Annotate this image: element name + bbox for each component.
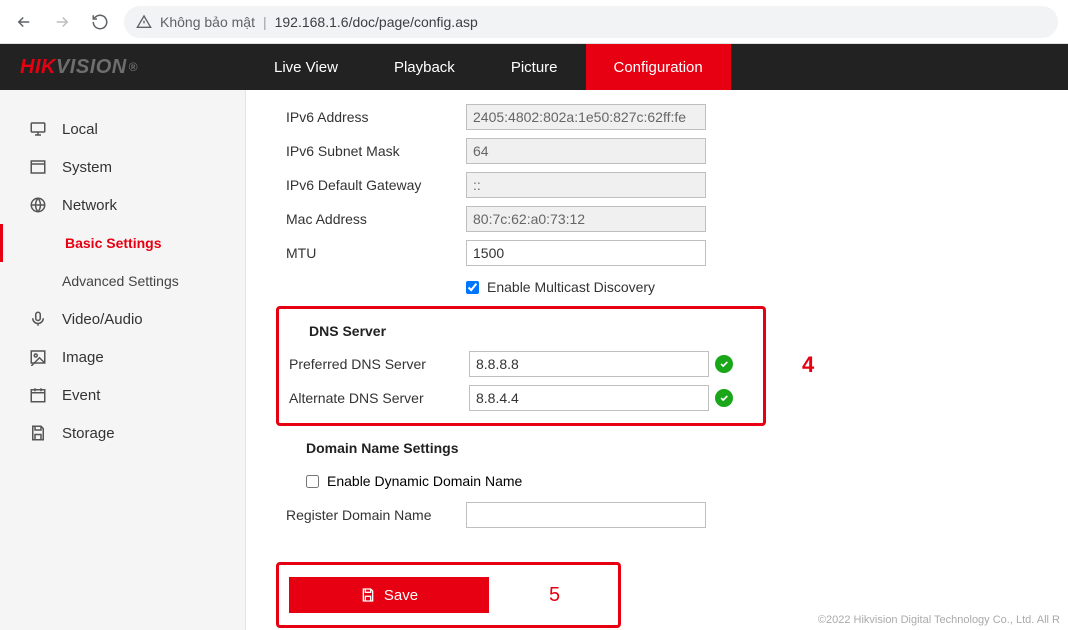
- annotation-5: 5: [549, 584, 560, 607]
- row-multicast: Enable Multicast Discovery: [286, 270, 1068, 304]
- domain-section-title: Domain Name Settings: [286, 432, 1068, 464]
- register-domain-input[interactable]: [466, 502, 706, 528]
- ipv6-gateway-label: IPv6 Default Gateway: [286, 177, 466, 193]
- row-ipv6-gateway: IPv6 Default Gateway: [286, 168, 1068, 202]
- nav-picture[interactable]: Picture: [483, 44, 586, 90]
- row-preferred-dns: Preferred DNS Server: [289, 347, 753, 381]
- image-icon: [28, 347, 48, 367]
- ipv6-address-input[interactable]: [466, 104, 706, 130]
- content-area: IPv6 Address IPv6 Subnet Mask IPv6 Defau…: [246, 90, 1068, 630]
- mtu-label: MTU: [286, 245, 466, 261]
- preferred-dns-label: Preferred DNS Server: [289, 356, 469, 372]
- nav-live-view[interactable]: Live View: [246, 44, 366, 90]
- check-icon: [715, 389, 733, 407]
- arrow-right-icon: [53, 13, 71, 31]
- mic-icon: [28, 309, 48, 329]
- save-box: Save 5: [276, 562, 621, 628]
- calendar-icon: [28, 385, 48, 405]
- monitor-icon: [28, 119, 48, 139]
- save-icon: [28, 423, 48, 443]
- reload-button[interactable]: [86, 8, 114, 36]
- ipv6-mask-label: IPv6 Subnet Mask: [286, 143, 466, 159]
- row-register-domain: Register Domain Name: [286, 498, 1068, 532]
- save-button[interactable]: Save: [289, 577, 489, 613]
- divider: |: [263, 14, 267, 30]
- sidebar-item-video-audio[interactable]: Video/Audio: [0, 300, 245, 338]
- sidebar-item-local[interactable]: Local: [0, 110, 245, 148]
- check-icon: [715, 355, 733, 373]
- browser-chrome: Không bảo mật | 192.168.1.6/doc/page/con…: [0, 0, 1068, 44]
- window-icon: [28, 157, 48, 177]
- row-mac: Mac Address: [286, 202, 1068, 236]
- dynamic-domain-checkbox[interactable]: [306, 475, 319, 488]
- mtu-input[interactable]: [466, 240, 706, 266]
- not-secure-icon: [136, 14, 152, 30]
- sidebar-item-system[interactable]: System: [0, 148, 245, 186]
- sidebar-item-network[interactable]: Network: [0, 186, 245, 224]
- back-button[interactable]: [10, 8, 38, 36]
- arrow-left-icon: [15, 13, 33, 31]
- logo: HIKVISION®: [0, 44, 246, 90]
- top-nav: HIKVISION® Live View Playback Picture Co…: [0, 44, 1068, 90]
- annotation-4: 4: [802, 352, 814, 378]
- copyright: ©2022 Hikvision Digital Technology Co., …: [818, 614, 1060, 626]
- mac-input[interactable]: [466, 206, 706, 232]
- alternate-dns-label: Alternate DNS Server: [289, 390, 469, 406]
- row-dynamic-domain: Enable Dynamic Domain Name: [286, 464, 1068, 498]
- preferred-dns-input[interactable]: [469, 351, 709, 377]
- sidebar-item-event[interactable]: Event: [0, 376, 245, 414]
- nav-configuration[interactable]: Configuration: [586, 44, 731, 90]
- address-bar[interactable]: Không bảo mật | 192.168.1.6/doc/page/con…: [124, 6, 1058, 38]
- row-mtu: MTU: [286, 236, 1068, 270]
- multicast-checkbox[interactable]: [466, 281, 479, 294]
- sidebar-item-storage[interactable]: Storage: [0, 414, 245, 452]
- register-domain-label: Register Domain Name: [286, 507, 466, 523]
- nav-playback[interactable]: Playback: [366, 44, 483, 90]
- mac-label: Mac Address: [286, 211, 466, 227]
- ipv6-mask-input[interactable]: [466, 138, 706, 164]
- disk-icon: [360, 587, 376, 603]
- row-ipv6-address: IPv6 Address: [286, 100, 1068, 134]
- globe-icon: [28, 195, 48, 215]
- sidebar: Local System Network Basic Settings Adva…: [0, 90, 246, 630]
- row-ipv6-mask: IPv6 Subnet Mask: [286, 134, 1068, 168]
- ipv6-gateway-input[interactable]: [466, 172, 706, 198]
- reload-icon: [91, 13, 109, 31]
- dns-server-box: DNS Server Preferred DNS Server Alternat…: [276, 306, 766, 426]
- security-text: Không bảo mật: [160, 14, 255, 30]
- sidebar-item-basic-settings[interactable]: Basic Settings: [0, 224, 245, 262]
- multicast-label: Enable Multicast Discovery: [487, 279, 655, 295]
- save-button-label: Save: [384, 587, 418, 604]
- dns-section-title: DNS Server: [289, 315, 753, 347]
- ipv6-address-label: IPv6 Address: [286, 109, 466, 125]
- app-body: Local System Network Basic Settings Adva…: [0, 90, 1068, 630]
- row-alternate-dns: Alternate DNS Server: [289, 381, 753, 415]
- forward-button[interactable]: [48, 8, 76, 36]
- sidebar-item-image[interactable]: Image: [0, 338, 245, 376]
- url-text: 192.168.1.6/doc/page/config.asp: [275, 14, 478, 30]
- alternate-dns-input[interactable]: [469, 385, 709, 411]
- dynamic-domain-label: Enable Dynamic Domain Name: [327, 473, 522, 489]
- sidebar-item-advanced-settings[interactable]: Advanced Settings: [0, 262, 245, 300]
